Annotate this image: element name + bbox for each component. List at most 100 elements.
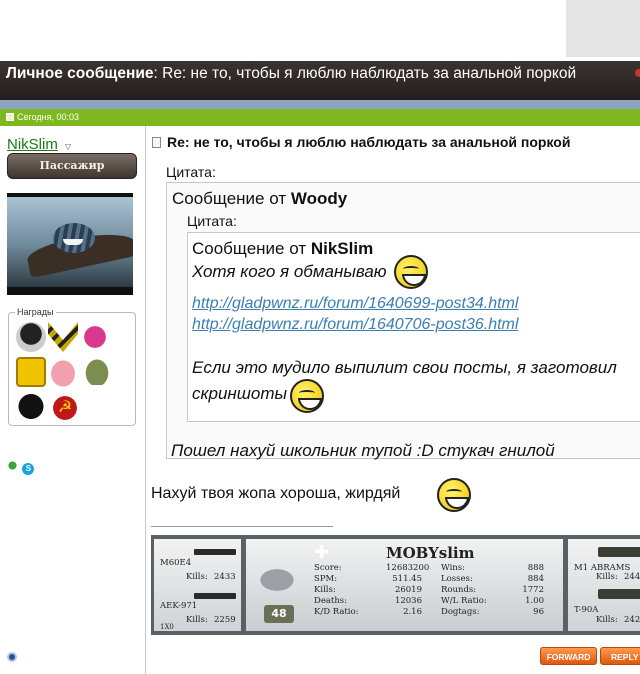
pig-award-icon[interactable]	[48, 357, 78, 387]
post-content: Re: не то, чтобы я люблю наблюдать за ан…	[146, 126, 640, 674]
stat-value: 96	[533, 607, 544, 617]
rifle-icon	[194, 593, 236, 599]
reply-button[interactable]: REPLY	[600, 647, 640, 665]
stat-value: 884	[527, 574, 544, 584]
weapon-2-kills-label: Kills:	[186, 615, 208, 625]
stats-panel: ✚ MOBYslim 48 Score: 12683200 SPM: 511.4…	[246, 539, 563, 631]
stat-value: 12683200	[386, 563, 430, 573]
outer-quote-header: Сообщение от Woody	[172, 189, 347, 209]
tanks-award-icon[interactable]	[82, 355, 112, 385]
post-title: Re: не то, чтобы я люблю наблюдать за ан…	[152, 134, 570, 150]
player-name: MOBYslim	[386, 544, 475, 562]
stat-label: W/L Ratio:	[441, 596, 487, 606]
eagle-rank-icon	[254, 565, 300, 595]
forward-button[interactable]: FORWARD	[540, 647, 597, 665]
inner-quote: Сообщение от NikSlim Хотя кого я обманыв…	[187, 232, 640, 422]
title-prefix: Личное сообщение	[6, 65, 154, 82]
weapon-2: AEK-971	[160, 601, 198, 611]
stat-label: SPM:	[314, 574, 338, 584]
contact-icons: S	[7, 458, 35, 476]
outer-quote-author: Woody	[290, 189, 348, 208]
stat-label: Losses:	[441, 574, 473, 584]
reply-text: Нахуй твоя жопа хороша, жирдяй	[151, 485, 401, 502]
stat-value: 26019	[394, 585, 422, 595]
grin-smiley-icon	[394, 255, 428, 289]
post-date-bar: Сегодня, 00:03	[0, 109, 640, 126]
stat-label: K/D Ratio:	[314, 607, 359, 617]
post-date: Сегодня, 00:03	[17, 112, 80, 122]
inner-quote-prefix: Сообщение от	[192, 239, 311, 258]
online-status-icon	[7, 652, 17, 662]
stat-value: 1.00	[525, 596, 544, 606]
icq-icon[interactable]	[7, 460, 18, 471]
header-stripe	[0, 100, 640, 109]
medal-award-icon[interactable]	[16, 357, 46, 387]
stat-label: Wins:	[441, 563, 466, 573]
tank-icon	[598, 547, 640, 557]
outer-quote: Сообщение от Woody Цитата: Сообщение от …	[166, 182, 640, 460]
background-block	[566, 0, 640, 57]
inner-quote-label: Цитата:	[187, 213, 237, 229]
stat-value: 2.16	[403, 607, 422, 617]
stat-label: Dogtags:	[441, 607, 480, 617]
weapon-1-kills-label: Kills:	[186, 572, 208, 582]
vehicle-1-kills: 244	[624, 572, 640, 582]
tank-icon	[598, 589, 640, 599]
awards-box: Награды ☭	[8, 307, 136, 426]
rifle-icon	[194, 549, 236, 555]
inner-quote-header: Сообщение от NikSlim	[192, 239, 373, 259]
username-link[interactable]: NikSlim	[7, 136, 58, 153]
signature-banner[interactable]: M60E4 Kills: 2433 AEK-971 Kills: 2259 1X…	[151, 535, 640, 635]
skype-icon[interactable]: S	[22, 463, 35, 475]
avatar-cat	[53, 223, 95, 253]
stat-value: 888	[527, 563, 544, 573]
stat-value: 12036	[394, 596, 422, 606]
stat-label: Kills:	[314, 585, 336, 595]
grin-smiley-icon	[290, 379, 324, 413]
vehicle-2-kills: 242	[624, 615, 640, 625]
user-menu-arrow-icon[interactable]: ▽	[65, 142, 71, 151]
post-icon	[6, 113, 14, 121]
forum-link-2[interactable]: http://gladpwnz.ru/forum/1640706-post36.…	[192, 316, 518, 334]
forum-link-1[interactable]: http://gladpwnz.ru/forum/1640699-post34.…	[192, 295, 518, 313]
stat-label: Deaths:	[314, 596, 348, 606]
user-rank-badge: Пассажир	[7, 153, 137, 179]
avatar-grin	[63, 239, 83, 245]
outer-quote-prefix: Сообщение от	[172, 189, 291, 208]
user-sidebar: NikSlim ▽ Пассажир Награды ☭ S	[0, 126, 146, 674]
post-title-text: Re: не то, чтобы я люблю наблюдать за ан…	[167, 134, 571, 150]
user-avatar[interactable]	[7, 193, 133, 295]
signature-divider	[151, 526, 333, 527]
avatar-scene	[7, 197, 133, 287]
player-level: 48	[264, 605, 294, 623]
stat-label: Score:	[314, 563, 342, 573]
vehicle-2: T-90A	[574, 605, 599, 615]
vehicle-panel: M1 ABRAMS Kills: 244 T-90A Kills: 242	[568, 539, 640, 631]
stat-value: 1772	[522, 585, 544, 595]
weapon-2-kills: 2259	[214, 615, 236, 625]
stat-label: Rounds:	[441, 585, 477, 595]
awards-label: Награды	[15, 307, 56, 317]
grin-smiley-icon	[437, 478, 471, 512]
plus-icon: ✚	[314, 542, 330, 562]
vehicle-1-kills-label: Kills:	[596, 572, 618, 582]
banner-footer: 1X0	[160, 623, 174, 631]
inner-quote-line2: Если это мудило выпилит свои посты, я за…	[192, 358, 617, 403]
vader-award-icon[interactable]	[16, 393, 46, 423]
weapon-1: M60E4	[160, 558, 192, 568]
document-icon	[152, 137, 161, 148]
weapon-1-kills: 2433	[214, 572, 236, 582]
vehicle-2-kills-label: Kills:	[596, 615, 618, 625]
close-icon[interactable]	[635, 69, 640, 77]
adidas-award-icon[interactable]	[80, 322, 110, 352]
chevron-award-icon[interactable]	[48, 322, 78, 352]
title-subject: Re: не то, чтобы я люблю наблюдать за ан…	[157, 65, 577, 82]
spy-award-icon[interactable]	[16, 322, 46, 352]
outer-quote-label: Цитата:	[166, 164, 216, 180]
stat-value: 511.45	[392, 574, 422, 584]
inner-quote-author: NikSlim	[310, 239, 374, 258]
hammer-sickle-award-icon[interactable]: ☭	[50, 393, 80, 423]
weapon-panel: M60E4 Kills: 2433 AEK-971 Kills: 2259 1X…	[154, 539, 241, 631]
outer-quote-tail: Пошел нахуй школьник тупой :D стукач гни…	[171, 441, 555, 460]
inner-quote-line1: Хотя кого я обманываю	[192, 262, 387, 281]
